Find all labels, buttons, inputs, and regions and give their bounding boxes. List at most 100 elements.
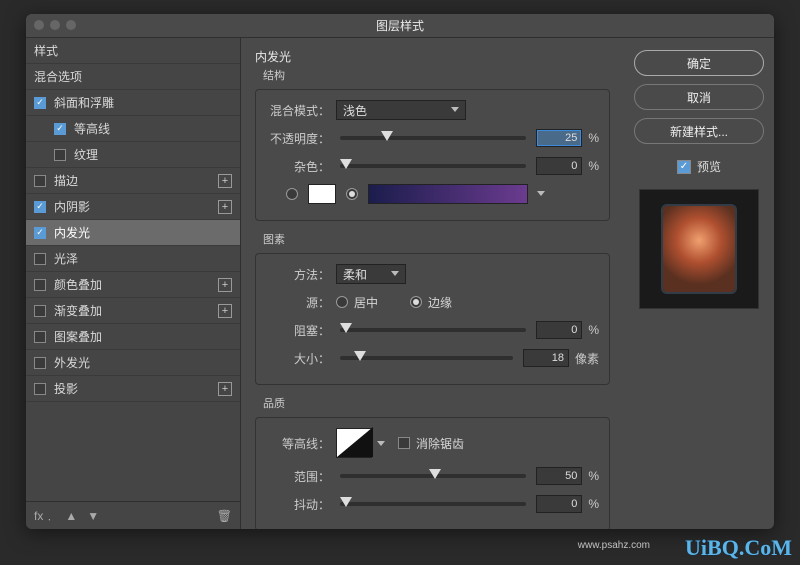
sidebar-item-satin[interactable]: 光泽 [26, 246, 240, 272]
preview-box [639, 189, 759, 309]
checkbox-icon[interactable] [34, 175, 46, 187]
source-center-radio[interactable] [336, 296, 348, 308]
checkbox-icon[interactable] [34, 227, 46, 239]
cancel-button[interactable]: 取消 [634, 84, 764, 110]
sidebar-item-innerglow[interactable]: 内发光 [26, 220, 240, 246]
close-icon[interactable] [34, 20, 44, 30]
fx-icon[interactable]: fx﹒ [34, 507, 55, 524]
label: 斜面和浮雕 [54, 94, 114, 111]
label: 描边 [54, 172, 78, 189]
window-traffic-lights [34, 20, 76, 30]
sidebar-item-outerglow[interactable]: 外发光 [26, 350, 240, 376]
contour-picker[interactable] [336, 428, 372, 458]
slider-thumb-icon[interactable] [340, 323, 352, 333]
add-icon[interactable]: + [218, 174, 232, 188]
slider-thumb-icon[interactable] [354, 351, 366, 361]
noise-label: 杂色： [266, 158, 330, 175]
elements-group: 方法： 柔和 源： 居中 边缘 阻塞： 0 % [255, 253, 610, 385]
minimize-icon[interactable] [50, 20, 60, 30]
sidebar-item-stroke[interactable]: 描边 + [26, 168, 240, 194]
slider-thumb-icon[interactable] [340, 159, 352, 169]
label: 光泽 [54, 250, 78, 267]
opacity-field: 不透明度： 25 % [266, 126, 599, 150]
choke-field: 阻塞： 0 % [266, 318, 599, 342]
add-icon[interactable]: + [218, 382, 232, 396]
preview-toggle[interactable]: 预览 [677, 158, 721, 175]
checkbox-icon[interactable] [34, 357, 46, 369]
size-input[interactable]: 18 [523, 349, 569, 367]
checkbox-icon[interactable] [34, 201, 46, 213]
panel-title: 内发光 [255, 48, 610, 65]
label: 混合选项 [34, 68, 82, 85]
noise-input[interactable]: 0 [536, 157, 582, 175]
jitter-unit: % [588, 497, 599, 511]
add-icon[interactable]: + [218, 200, 232, 214]
structure-heading: 结构 [263, 67, 610, 83]
glow-color-field [266, 182, 599, 206]
sidebar-item-coloroverlay[interactable]: 颜色叠加+ [26, 272, 240, 298]
opacity-input[interactable]: 25 [536, 129, 582, 147]
antialias-checkbox[interactable] [398, 437, 410, 449]
gradient-radio[interactable] [346, 188, 358, 200]
chevron-down-icon [391, 271, 399, 276]
sidebar-item-patternoverlay[interactable]: 图案叠加 [26, 324, 240, 350]
quality-heading: 品质 [263, 395, 610, 411]
jitter-field: 抖动： 0 % [266, 492, 599, 516]
sidebar-item-dropshadow[interactable]: 投影+ [26, 376, 240, 402]
label: 内发光 [54, 224, 90, 241]
jitter-input[interactable]: 0 [536, 495, 582, 513]
opacity-slider[interactable] [340, 136, 526, 140]
sidebar-header-blending[interactable]: 混合选项 [26, 64, 240, 90]
sidebar-item-texture[interactable]: 纹理 [26, 142, 240, 168]
ok-button[interactable]: 确定 [634, 50, 764, 76]
arrow-up-icon[interactable]: ▲ [65, 509, 77, 523]
zoom-icon[interactable] [66, 20, 76, 30]
range-field: 范围： 50 % [266, 464, 599, 488]
new-style-button[interactable]: 新建样式... [634, 118, 764, 144]
blendmode-select[interactable]: 浅色 [336, 100, 466, 120]
checkbox-icon[interactable] [54, 123, 66, 135]
gradient-picker[interactable] [368, 184, 528, 204]
sidebar-item-contour[interactable]: 等高线 [26, 116, 240, 142]
choke-unit: % [588, 323, 599, 337]
technique-field: 方法： 柔和 [266, 262, 599, 286]
color-swatch[interactable] [308, 184, 336, 204]
checkbox-icon[interactable] [34, 331, 46, 343]
source-edge-label: 边缘 [428, 294, 452, 311]
sidebar-item-gradientoverlay[interactable]: 渐变叠加+ [26, 298, 240, 324]
range-input[interactable]: 50 [536, 467, 582, 485]
choke-input[interactable]: 0 [536, 321, 582, 339]
checkbox-icon[interactable] [34, 253, 46, 265]
checkbox-icon[interactable] [34, 279, 46, 291]
checkbox-icon[interactable] [34, 383, 46, 395]
trash-icon[interactable]: 🗑 [217, 509, 232, 523]
range-slider[interactable] [340, 474, 526, 478]
checkbox-icon[interactable] [677, 160, 691, 174]
watermark-small: www.psahz.com [578, 540, 650, 551]
effect-settings: 内发光 结构 混合模式： 浅色 不透明度： 25 % 杂色： 0 [241, 38, 624, 529]
slider-thumb-icon[interactable] [429, 469, 441, 479]
contour-label: 等高线： [266, 435, 330, 452]
sidebar-item-innershadow[interactable]: 内阴影+ [26, 194, 240, 220]
choke-slider[interactable] [340, 328, 526, 332]
noise-slider[interactable] [340, 164, 526, 168]
size-slider[interactable] [340, 356, 513, 360]
preview-thumbnail [663, 206, 735, 292]
solid-color-radio[interactable] [286, 188, 298, 200]
add-icon[interactable]: + [218, 278, 232, 292]
arrow-down-icon[interactable]: ▼ [87, 509, 99, 523]
checkbox-icon[interactable] [54, 149, 66, 161]
jitter-slider[interactable] [340, 502, 526, 506]
antialias-label: 消除锯齿 [416, 435, 464, 452]
slider-thumb-icon[interactable] [340, 497, 352, 507]
slider-thumb-icon[interactable] [381, 131, 393, 141]
sidebar-header-styles[interactable]: 样式 [26, 38, 240, 64]
layer-style-dialog: 图层样式 样式 混合选项 斜面和浮雕 等高线 纹理 描边+ 内阴影+ 内发光 光… [26, 14, 774, 529]
source-edge-radio[interactable] [410, 296, 422, 308]
sidebar-item-bevel[interactable]: 斜面和浮雕 [26, 90, 240, 116]
checkbox-icon[interactable] [34, 97, 46, 109]
technique-select[interactable]: 柔和 [336, 264, 406, 284]
checkbox-icon[interactable] [34, 305, 46, 317]
noise-unit: % [588, 159, 599, 173]
add-icon[interactable]: + [218, 304, 232, 318]
